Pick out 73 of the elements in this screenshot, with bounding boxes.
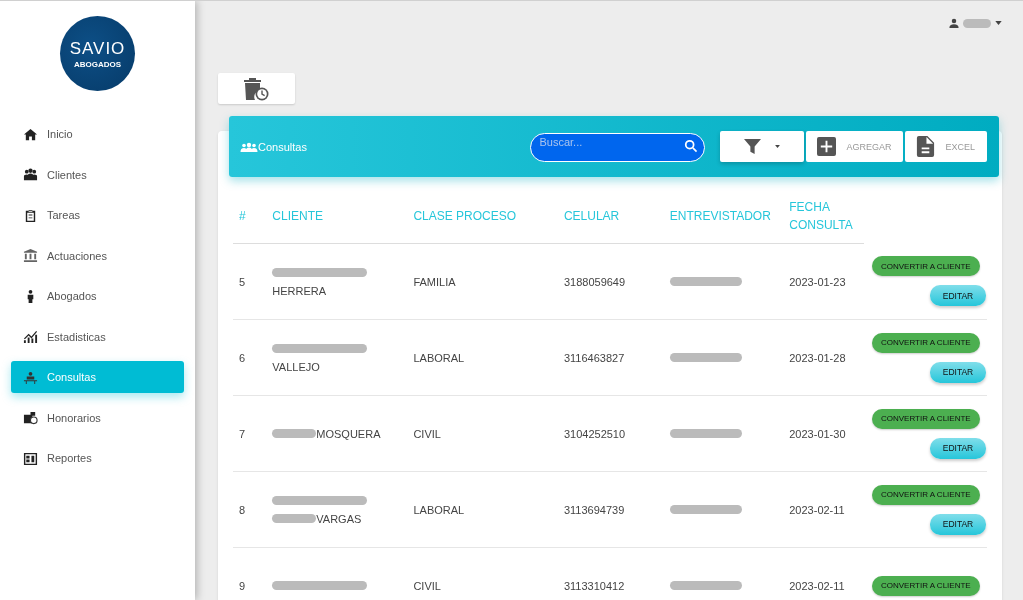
table-cell: 2023-01-23	[789, 275, 846, 288]
sidebar-item[interactable]: Tareas	[11, 199, 184, 231]
sidebar-item[interactable]: Actuaciones	[11, 239, 184, 272]
convert-button[interactable]: CONVERTIR A CLIENTE	[872, 408, 980, 429]
table-cell: 2023-01-28	[789, 351, 846, 364]
row-number: 6	[239, 351, 246, 364]
edit-button[interactable]: EDITAR	[930, 437, 986, 459]
client-name: VALLEJO	[272, 360, 320, 373]
sidebar-item[interactable]: Reportes	[11, 442, 184, 474]
redacted-name	[963, 18, 991, 28]
document-icon	[916, 136, 936, 157]
sidebar-item[interactable]: Estadisticas	[11, 320, 184, 353]
money-icon	[23, 410, 38, 425]
column-header: FECHA CONSULTA	[789, 200, 853, 232]
table-cell: LABORAL	[413, 503, 465, 516]
convert-button[interactable]: CONVERTIR A CLIENTE	[872, 484, 980, 505]
column-header: CELULAR	[563, 209, 620, 223]
convert-button[interactable]: CONVERTIR A CLIENTE	[872, 332, 980, 353]
table-cell: FAMILIA	[413, 275, 456, 288]
table-cell: 2023-02-11	[789, 503, 845, 516]
users-icon	[240, 141, 258, 152]
table-cell: 3188059649	[563, 275, 626, 288]
sidebar-item[interactable]: Abogados	[11, 280, 184, 312]
chart-icon	[23, 329, 38, 344]
table-cell: 3113694739	[563, 503, 625, 516]
row-number: 9	[239, 579, 246, 592]
convert-button[interactable]: CONVERTIR A CLIENTE	[872, 575, 980, 596]
filter-button[interactable]	[720, 131, 805, 162]
redacted-text	[272, 429, 317, 438]
table-cell: 2023-02-11	[789, 579, 845, 592]
users-icon	[23, 167, 38, 182]
home-icon	[23, 126, 38, 142]
table-cell: CIVIL	[413, 579, 441, 592]
column-header: CLIENTE	[272, 209, 323, 223]
column-header: CLASE PROCESO	[413, 209, 517, 223]
filter-icon	[743, 138, 761, 155]
caret-icon	[995, 21, 1002, 25]
convert-button[interactable]: CONVERTIR A CLIENTE	[872, 256, 980, 277]
edit-button[interactable]: EDITAR	[930, 285, 986, 307]
edit-button[interactable]: EDITAR	[930, 513, 986, 535]
deleted-history-button[interactable]	[218, 73, 295, 104]
sidebar-item[interactable]: Clientes	[11, 158, 184, 191]
desk-icon	[23, 369, 38, 385]
sidebar-item[interactable]: Honorarios	[11, 401, 184, 434]
row-number: 8	[239, 503, 246, 516]
column-header: #	[239, 209, 246, 223]
panel-title: Consultas	[240, 140, 307, 153]
table-cell: CIVIL	[413, 427, 441, 440]
table-cell: 3104252510	[563, 427, 626, 440]
user-icon	[949, 18, 959, 28]
row-number: 5	[239, 275, 246, 288]
trash-clock-icon	[243, 76, 270, 101]
edit-button[interactable]: EDITAR	[930, 361, 986, 383]
report-icon	[23, 450, 38, 466]
court-icon	[23, 248, 38, 263]
client-name: HERRERA	[272, 284, 327, 297]
column-header: ENTREVISTADOR	[669, 209, 771, 223]
logo: SAVIO ABOGADOS	[60, 16, 135, 91]
row-number: 7	[239, 427, 246, 440]
table-cell: 3113310412	[563, 579, 625, 592]
table-cell: 3116463827	[563, 351, 625, 364]
redacted-text	[272, 514, 317, 523]
table-cell: 2023-01-30	[789, 427, 846, 440]
user-menu[interactable]	[949, 16, 1002, 30]
clipboard-icon	[23, 207, 38, 223]
caret-icon	[774, 145, 780, 148]
search-icon	[684, 139, 699, 153]
plus-icon	[817, 136, 837, 157]
table-cell: LABORAL	[413, 351, 465, 364]
client-name: MOSQUERA	[316, 427, 381, 440]
sidebar-item[interactable]: Inicio	[11, 118, 184, 150]
client-name: VARGAS	[316, 512, 362, 525]
search-field[interactable]: Buscar...	[530, 132, 706, 162]
